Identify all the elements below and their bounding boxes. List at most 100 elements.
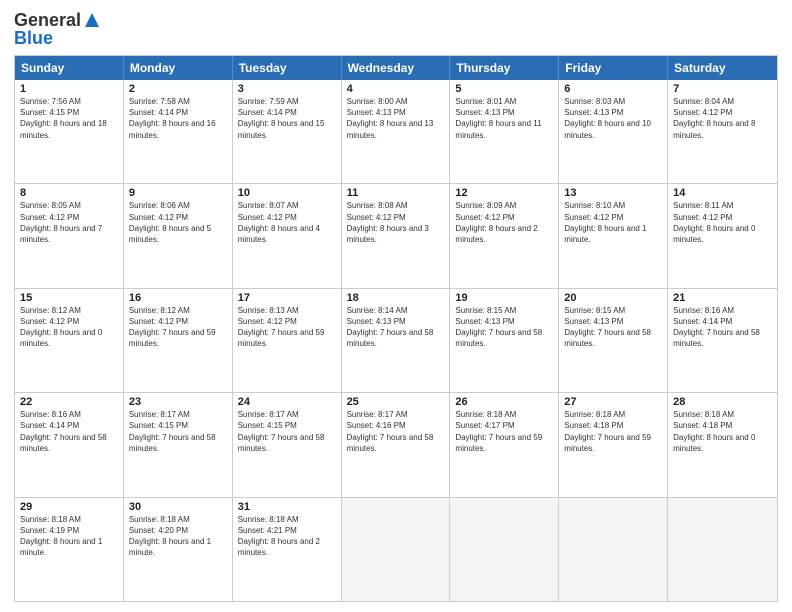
- calendar-cell: 10Sunrise: 8:07 AMSunset: 4:12 PMDayligh…: [233, 184, 342, 287]
- day-number: 11: [347, 187, 445, 199]
- logo: General Blue: [14, 10, 103, 49]
- calendar-cell: 18Sunrise: 8:14 AMSunset: 4:13 PMDayligh…: [342, 289, 451, 392]
- day-number: 4: [347, 83, 445, 95]
- day-number: 10: [238, 187, 336, 199]
- day-number: 9: [129, 187, 227, 199]
- day-number: 2: [129, 83, 227, 95]
- cell-text: Sunrise: 8:15 AMSunset: 4:13 PMDaylight:…: [455, 305, 553, 350]
- day-number: 30: [129, 501, 227, 513]
- calendar-cell: 22Sunrise: 8:16 AMSunset: 4:14 PMDayligh…: [15, 393, 124, 496]
- calendar-cell: 9Sunrise: 8:06 AMSunset: 4:12 PMDaylight…: [124, 184, 233, 287]
- cell-text: Sunrise: 8:16 AMSunset: 4:14 PMDaylight:…: [673, 305, 772, 350]
- calendar-cell: 5Sunrise: 8:01 AMSunset: 4:13 PMDaylight…: [450, 80, 559, 183]
- cell-text: Sunrise: 8:13 AMSunset: 4:12 PMDaylight:…: [238, 305, 336, 350]
- cell-text: Sunrise: 8:15 AMSunset: 4:13 PMDaylight:…: [564, 305, 662, 350]
- day-number: 29: [20, 501, 118, 513]
- calendar-header-cell: Monday: [124, 56, 233, 80]
- calendar-cell: 20Sunrise: 8:15 AMSunset: 4:13 PMDayligh…: [559, 289, 668, 392]
- day-number: 16: [129, 292, 227, 304]
- day-number: 3: [238, 83, 336, 95]
- calendar-cell: 2Sunrise: 7:58 AMSunset: 4:14 PMDaylight…: [124, 80, 233, 183]
- calendar-cell: 17Sunrise: 8:13 AMSunset: 4:12 PMDayligh…: [233, 289, 342, 392]
- calendar-cell: 28Sunrise: 8:18 AMSunset: 4:18 PMDayligh…: [668, 393, 777, 496]
- day-number: 22: [20, 396, 118, 408]
- calendar-cell: 29Sunrise: 8:18 AMSunset: 4:19 PMDayligh…: [15, 498, 124, 601]
- cell-text: Sunrise: 8:17 AMSunset: 4:15 PMDaylight:…: [129, 409, 227, 454]
- calendar-week: 1Sunrise: 7:56 AMSunset: 4:15 PMDaylight…: [15, 80, 777, 184]
- calendar-header-cell: Thursday: [450, 56, 559, 80]
- calendar-header-cell: Wednesday: [342, 56, 451, 80]
- day-number: 19: [455, 292, 553, 304]
- calendar-header-cell: Sunday: [15, 56, 124, 80]
- cell-text: Sunrise: 8:16 AMSunset: 4:14 PMDaylight:…: [20, 409, 118, 454]
- calendar-week: 29Sunrise: 8:18 AMSunset: 4:19 PMDayligh…: [15, 498, 777, 601]
- calendar-cell: [668, 498, 777, 601]
- calendar-cell: 8Sunrise: 8:05 AMSunset: 4:12 PMDaylight…: [15, 184, 124, 287]
- cell-text: Sunrise: 8:18 AMSunset: 4:18 PMDaylight:…: [564, 409, 662, 454]
- calendar-cell: [559, 498, 668, 601]
- calendar-header-cell: Tuesday: [233, 56, 342, 80]
- cell-text: Sunrise: 8:04 AMSunset: 4:12 PMDaylight:…: [673, 96, 772, 141]
- cell-text: Sunrise: 8:18 AMSunset: 4:20 PMDaylight:…: [129, 514, 227, 559]
- calendar-week: 22Sunrise: 8:16 AMSunset: 4:14 PMDayligh…: [15, 393, 777, 497]
- calendar-cell: [342, 498, 451, 601]
- day-number: 12: [455, 187, 553, 199]
- calendar-cell: 26Sunrise: 8:18 AMSunset: 4:17 PMDayligh…: [450, 393, 559, 496]
- day-number: 27: [564, 396, 662, 408]
- calendar-cell: 12Sunrise: 8:09 AMSunset: 4:12 PMDayligh…: [450, 184, 559, 287]
- cell-text: Sunrise: 8:07 AMSunset: 4:12 PMDaylight:…: [238, 200, 336, 245]
- day-number: 17: [238, 292, 336, 304]
- calendar-cell: 24Sunrise: 8:17 AMSunset: 4:15 PMDayligh…: [233, 393, 342, 496]
- calendar-week: 8Sunrise: 8:05 AMSunset: 4:12 PMDaylight…: [15, 184, 777, 288]
- calendar-header-cell: Friday: [559, 56, 668, 80]
- cell-text: Sunrise: 8:18 AMSunset: 4:17 PMDaylight:…: [455, 409, 553, 454]
- cell-text: Sunrise: 8:14 AMSunset: 4:13 PMDaylight:…: [347, 305, 445, 350]
- calendar-cell: 23Sunrise: 8:17 AMSunset: 4:15 PMDayligh…: [124, 393, 233, 496]
- cell-text: Sunrise: 7:56 AMSunset: 4:15 PMDaylight:…: [20, 96, 118, 141]
- calendar-cell: 13Sunrise: 8:10 AMSunset: 4:12 PMDayligh…: [559, 184, 668, 287]
- calendar-cell: 1Sunrise: 7:56 AMSunset: 4:15 PMDaylight…: [15, 80, 124, 183]
- cell-text: Sunrise: 8:17 AMSunset: 4:15 PMDaylight:…: [238, 409, 336, 454]
- logo-blue-label: Blue: [14, 28, 53, 49]
- cell-text: Sunrise: 8:17 AMSunset: 4:16 PMDaylight:…: [347, 409, 445, 454]
- calendar-cell: 21Sunrise: 8:16 AMSunset: 4:14 PMDayligh…: [668, 289, 777, 392]
- calendar-cell: 16Sunrise: 8:12 AMSunset: 4:12 PMDayligh…: [124, 289, 233, 392]
- cell-text: Sunrise: 8:12 AMSunset: 4:12 PMDaylight:…: [129, 305, 227, 350]
- day-number: 21: [673, 292, 772, 304]
- logo-triangle-icon: [82, 10, 102, 30]
- cell-text: Sunrise: 8:10 AMSunset: 4:12 PMDaylight:…: [564, 200, 662, 245]
- day-number: 31: [238, 501, 336, 513]
- day-number: 13: [564, 187, 662, 199]
- day-number: 28: [673, 396, 772, 408]
- header: General Blue: [14, 10, 778, 49]
- calendar-cell: 25Sunrise: 8:17 AMSunset: 4:16 PMDayligh…: [342, 393, 451, 496]
- day-number: 25: [347, 396, 445, 408]
- calendar-cell: 27Sunrise: 8:18 AMSunset: 4:18 PMDayligh…: [559, 393, 668, 496]
- day-number: 15: [20, 292, 118, 304]
- day-number: 26: [455, 396, 553, 408]
- cell-text: Sunrise: 7:58 AMSunset: 4:14 PMDaylight:…: [129, 96, 227, 141]
- calendar-week: 15Sunrise: 8:12 AMSunset: 4:12 PMDayligh…: [15, 289, 777, 393]
- calendar-cell: 7Sunrise: 8:04 AMSunset: 4:12 PMDaylight…: [668, 80, 777, 183]
- cell-text: Sunrise: 8:06 AMSunset: 4:12 PMDaylight:…: [129, 200, 227, 245]
- day-number: 1: [20, 83, 118, 95]
- day-number: 5: [455, 83, 553, 95]
- cell-text: Sunrise: 8:05 AMSunset: 4:12 PMDaylight:…: [20, 200, 118, 245]
- day-number: 23: [129, 396, 227, 408]
- calendar-cell: 11Sunrise: 8:08 AMSunset: 4:12 PMDayligh…: [342, 184, 451, 287]
- calendar-cell: 30Sunrise: 8:18 AMSunset: 4:20 PMDayligh…: [124, 498, 233, 601]
- calendar-cell: 14Sunrise: 8:11 AMSunset: 4:12 PMDayligh…: [668, 184, 777, 287]
- cell-text: Sunrise: 8:12 AMSunset: 4:12 PMDaylight:…: [20, 305, 118, 350]
- cell-text: Sunrise: 8:18 AMSunset: 4:21 PMDaylight:…: [238, 514, 336, 559]
- calendar-cell: 31Sunrise: 8:18 AMSunset: 4:21 PMDayligh…: [233, 498, 342, 601]
- cell-text: Sunrise: 8:01 AMSunset: 4:13 PMDaylight:…: [455, 96, 553, 141]
- cell-text: Sunrise: 8:11 AMSunset: 4:12 PMDaylight:…: [673, 200, 772, 245]
- calendar-body: 1Sunrise: 7:56 AMSunset: 4:15 PMDaylight…: [15, 80, 777, 601]
- day-number: 24: [238, 396, 336, 408]
- day-number: 8: [20, 187, 118, 199]
- page: General Blue SundayMondayTuesdayWednesda…: [0, 0, 792, 612]
- cell-text: Sunrise: 8:08 AMSunset: 4:12 PMDaylight:…: [347, 200, 445, 245]
- cell-text: Sunrise: 8:18 AMSunset: 4:19 PMDaylight:…: [20, 514, 118, 559]
- calendar-cell: [450, 498, 559, 601]
- cell-text: Sunrise: 7:59 AMSunset: 4:14 PMDaylight:…: [238, 96, 336, 141]
